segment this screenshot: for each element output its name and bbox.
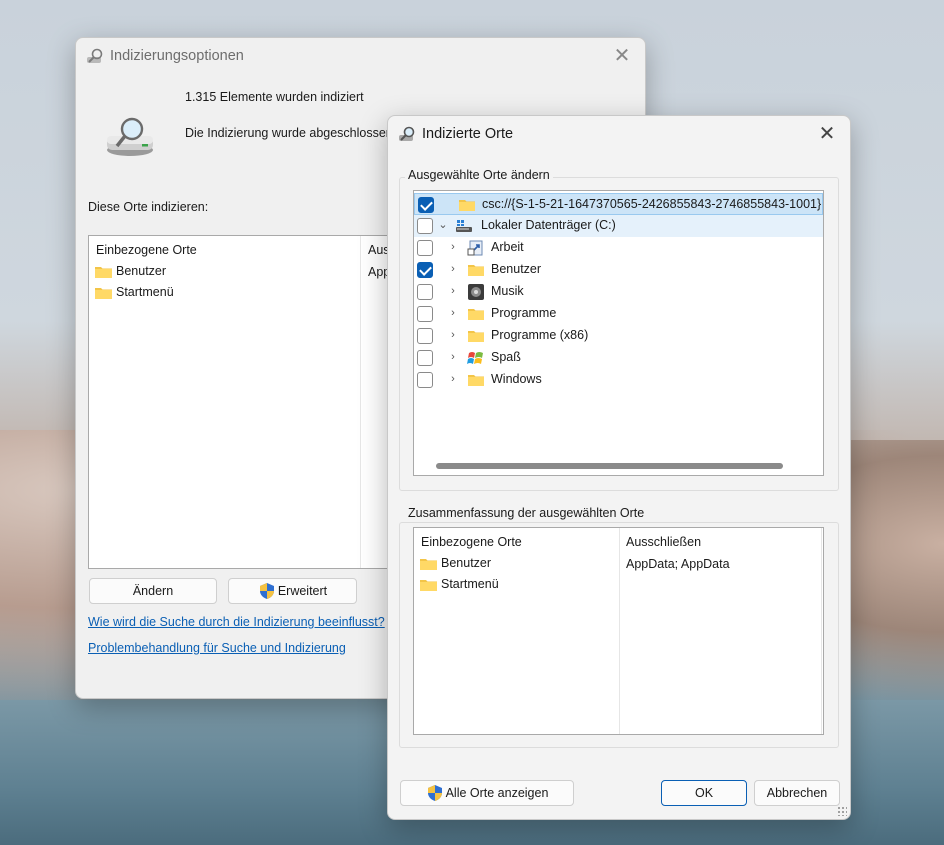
tree-item-label: Arbeit — [491, 240, 524, 254]
how-indexing-affects-search-link[interactable]: Wie wird die Suche durch die Indizierung… — [88, 615, 388, 629]
folder-icon — [467, 328, 485, 344]
tree-item-label: Lokaler Datenträger (C:) — [481, 218, 616, 232]
cancel-button[interactable]: Abbrechen — [754, 780, 840, 806]
chevron-down-icon[interactable]: ⌄ — [437, 219, 449, 231]
section-label: Diese Orte indizieren: — [88, 200, 209, 214]
windows-logo-icon — [467, 350, 485, 366]
folder-icon — [95, 287, 112, 299]
folder-icon — [458, 197, 476, 213]
close-icon: ✕ — [613, 45, 631, 67]
list-item-name: Startmenü — [441, 577, 499, 591]
chevron-right-icon[interactable]: › — [447, 285, 459, 297]
tree-item-checkbox[interactable] — [417, 240, 433, 256]
uac-shield-icon — [259, 583, 274, 599]
tree-item-checkbox[interactable] — [418, 197, 434, 213]
tree-item-label: Benutzer — [491, 262, 542, 276]
indexing-icon — [399, 126, 415, 141]
list-item-exclude: AppData; AppData — [626, 557, 730, 571]
group-legend: Zusammenfassung der ausgewählten Orte — [405, 506, 648, 520]
tree-item-label: Windows — [491, 372, 542, 386]
indexing-icon — [87, 48, 103, 63]
column-divider — [619, 528, 620, 734]
folder-icon — [467, 372, 485, 388]
indexing-large-icon — [107, 117, 153, 156]
tree-item-label: Musik — [491, 284, 524, 298]
tree-item[interactable]: › Programme (x86) — [414, 325, 823, 347]
folder-icon — [420, 558, 437, 570]
tree-item[interactable]: › Windows — [414, 369, 823, 391]
change-button[interactable]: Ändern — [89, 578, 217, 604]
column-header-included: Einbezogene Orte — [96, 243, 197, 257]
folder-icon — [420, 579, 437, 591]
advanced-button-label: Erweitert — [277, 584, 328, 598]
chevron-right-icon[interactable]: › — [447, 241, 459, 253]
tree-item[interactable]: › Programme — [414, 303, 823, 325]
chevron-right-icon[interactable]: › — [447, 307, 459, 319]
tree-item-checkbox[interactable] — [417, 372, 433, 388]
list-item-name: Benutzer — [441, 556, 492, 570]
tree-item[interactable]: › Musik — [414, 281, 823, 303]
window-title: Indizierte Orte — [422, 126, 514, 142]
window-title: Indizierungsoptionen — [110, 48, 244, 64]
troubleshoot-search-link[interactable]: Problembehandlung für Suche und Indizier… — [88, 641, 346, 655]
column-header-included: Einbezogene Orte — [421, 535, 522, 549]
music-icon — [467, 284, 485, 300]
close-button[interactable]: ✕ — [609, 44, 635, 70]
list-item[interactable]: Benutzer — [420, 553, 491, 573]
chevron-right-icon[interactable]: › — [447, 329, 459, 341]
index-status: Die Indizierung wurde abgeschlossen. — [185, 126, 397, 140]
list-item[interactable]: Startmenü — [95, 282, 174, 302]
uac-shield-icon — [427, 785, 442, 801]
advanced-button[interactable]: Erweitert — [228, 578, 357, 604]
summary-list[interactable]: Einbezogene Orte Ausschließen Benutzer A… — [413, 527, 824, 735]
folder-icon — [467, 262, 485, 278]
indexed-count: 1.315 Elemente wurden indiziert — [185, 90, 364, 104]
list-item[interactable]: Startmenü — [420, 574, 499, 594]
title-bar: Indizierte Orte ✕ — [388, 116, 850, 154]
column-divider — [821, 528, 822, 734]
tree-item-checkbox[interactable] — [417, 284, 433, 300]
tree-item-label: csc://{S-1-5-21-1647370565-2426855843-27… — [482, 197, 822, 211]
show-all-locations-button[interactable]: Alle Orte anzeigen — [400, 780, 574, 806]
list-item[interactable]: Benutzer — [95, 261, 166, 281]
title-bar: Indizierungsoptionen ✕ — [76, 38, 645, 76]
list-item-name: Startmenü — [116, 285, 174, 299]
tree-item-checkbox[interactable] — [417, 306, 433, 322]
tree-item-checkbox[interactable] — [417, 218, 433, 234]
tree-item-checkbox[interactable] — [417, 328, 433, 344]
tree-item-checkbox[interactable] — [417, 350, 433, 366]
shortcut-icon — [467, 240, 485, 256]
tree-item-label: Programme (x86) — [491, 328, 589, 342]
column-divider — [360, 236, 361, 568]
horizontal-scrollbar[interactable] — [436, 463, 783, 469]
group-legend: Ausgewählte Orte ändern — [405, 168, 553, 182]
tree-item[interactable]: ⌄ Lokaler Datenträger (C:) — [414, 215, 823, 237]
tree-item[interactable]: csc://{S-1-5-21-1647370565-2426855843-27… — [414, 193, 823, 215]
tree-item-checkbox[interactable] — [417, 262, 433, 278]
tree-item-label: Spaß — [491, 350, 521, 364]
chevron-right-icon[interactable]: › — [447, 351, 459, 363]
tree-item[interactable]: › Arbeit — [414, 237, 823, 259]
locations-tree[interactable]: csc://{S-1-5-21-1647370565-2426855843-27… — [413, 190, 824, 476]
tree-item[interactable]: › Benutzer — [414, 259, 823, 281]
folder-icon — [95, 266, 112, 278]
chevron-right-icon[interactable]: › — [447, 263, 459, 275]
tree-item-label: Programme — [491, 306, 557, 320]
ok-button[interactable]: OK — [661, 780, 747, 806]
chevron-right-icon[interactable]: › — [447, 373, 459, 385]
show-all-locations-label: Alle Orte anzeigen — [445, 786, 549, 800]
drive-icon — [455, 218, 473, 234]
tree-item[interactable]: › Spaß — [414, 347, 823, 369]
close-icon: ✕ — [818, 123, 836, 145]
close-button[interactable]: ✕ — [814, 122, 840, 148]
column-header-exclude: Ausschließen — [626, 535, 702, 549]
resize-grip[interactable] — [837, 806, 847, 816]
folder-icon — [467, 306, 485, 322]
list-item-name: Benutzer — [116, 264, 167, 278]
indexed-locations-window: Indizierte Orte ✕ Ausgewählte Orte änder… — [387, 115, 851, 820]
